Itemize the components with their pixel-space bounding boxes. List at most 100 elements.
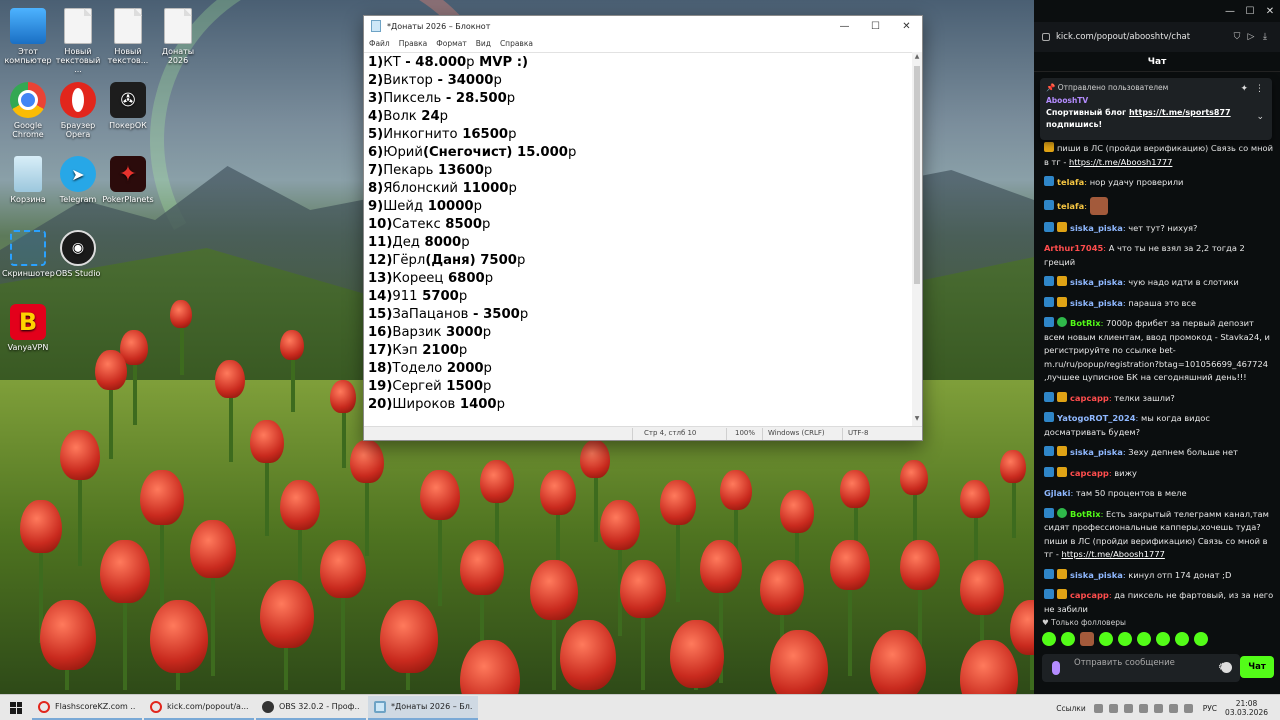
emote-icon[interactable] <box>1061 632 1075 646</box>
subscriber-badge-icon <box>1044 568 1054 579</box>
maximize-button[interactable]: ☐ <box>860 16 891 36</box>
emote-icon[interactable] <box>1118 632 1132 646</box>
taskbar-button[interactable]: kick.com/popout/a... <box>144 696 254 720</box>
pinned-user[interactable]: AbooshTV <box>1046 96 1266 105</box>
line-name: Тодело <box>392 361 443 376</box>
desktop-icon-label: PokerPlanets <box>102 195 154 204</box>
menu-view[interactable]: Вид <box>476 39 491 48</box>
scroll-down-icon[interactable]: ▼ <box>912 415 922 425</box>
links-toolbar[interactable]: Ссылки <box>1056 704 1085 713</box>
chevron-down-icon[interactable]: ⌄ <box>1256 112 1264 122</box>
chat-username[interactable]: siska_piska <box>1070 447 1123 457</box>
gear-icon[interactable]: ⚙ <box>1218 662 1227 673</box>
notepad-text-area[interactable]: 1)КТ - 48.000р MVP :) 2)Виктор - 34000р 3)… <box>364 52 912 426</box>
chat-send-button[interactable]: Чат <box>1240 656 1274 678</box>
language-indicator[interactable]: РУС <box>1203 704 1217 713</box>
chat-link[interactable]: https://t.me/Aboosh1777 <box>1061 549 1164 559</box>
wifi-icon[interactable] <box>1183 703 1193 713</box>
app-tray-icon[interactable] <box>1123 703 1133 713</box>
menu-edit[interactable]: Правка <box>399 39 428 48</box>
line-num: 9) <box>368 199 384 214</box>
unpin-icon[interactable]: ✦ <box>1240 84 1248 94</box>
notepad-titlebar[interactable]: *Донаты 2026 – Блокнот — ☐ ✕ <box>364 16 922 36</box>
desktop-icon[interactable]: Новый текстовый ... <box>52 8 104 74</box>
shield-icon[interactable]: ⛉ <box>1230 32 1244 42</box>
chat-messages[interactable]: пиши в ЛС (пройди верификацию) Связь со … <box>1034 72 1280 620</box>
chat-username[interactable]: BotRix <box>1070 318 1101 328</box>
notepad-window[interactable]: *Донаты 2026 – Блокнот — ☐ ✕ Файл Правка… <box>363 15 923 441</box>
app-tray-icon[interactable] <box>1138 703 1148 713</box>
chat-username[interactable]: BotRix <box>1070 509 1101 519</box>
desktop-icon-label: Корзина <box>10 195 46 204</box>
scrollbar-thumb[interactable] <box>914 66 920 284</box>
notepad-line: 17)Кэп 2100р <box>368 342 908 360</box>
chat-username[interactable]: siska_piska <box>1070 277 1123 287</box>
desktop-icon[interactable]: Этот компьютер <box>2 8 54 65</box>
menu-help[interactable]: Справка <box>500 39 533 48</box>
emote-icon[interactable] <box>1099 632 1113 646</box>
chat-username[interactable]: telafa <box>1057 201 1084 211</box>
browser-window[interactable]: — ☐ ✕ kick.com/popout/abooshtv/chat ⛉ ▷ … <box>1034 0 1280 694</box>
telegram-icon: ➤ <box>60 156 96 192</box>
desktop-icon[interactable]: B VanyaVPN <box>2 304 54 352</box>
notepad-scrollbar[interactable]: ▲ ▼ <box>912 52 922 426</box>
play-icon[interactable]: ▷ <box>1244 32 1258 42</box>
menu-format[interactable]: Формат <box>436 39 466 48</box>
pinned-message[interactable]: 📌 Отправлено пользователем AbooshTV Спор… <box>1040 78 1272 140</box>
line-name: Шейд <box>383 199 424 214</box>
desktop-icon[interactable]: Корзина <box>2 156 54 204</box>
chat-username[interactable]: telafa <box>1057 177 1084 187</box>
emote-icon[interactable] <box>1080 632 1094 646</box>
address-bar[interactable]: kick.com/popout/abooshtv/chat ⛉ ▷ ⤓ <box>1034 22 1280 52</box>
scroll-up-icon[interactable]: ▲ <box>912 53 922 63</box>
chat-username[interactable]: Arthur17045 <box>1044 243 1103 253</box>
emote-icon[interactable] <box>1175 632 1189 646</box>
desktop-icon[interactable]: ➤ Telegram <box>52 156 104 204</box>
chat-username[interactable]: Gjlaki <box>1044 488 1070 498</box>
desktop-icon[interactable]: Новый текстов... <box>102 8 154 65</box>
chat-username[interactable]: сарсарр <box>1070 590 1109 600</box>
desktop-icon[interactable]: Google Chrome <box>2 82 54 139</box>
taskbar-button[interactable]: FlashscoreKZ.com ... <box>32 696 142 720</box>
minimize-button[interactable]: — <box>829 16 860 36</box>
start-button[interactable] <box>0 695 32 720</box>
close-button[interactable]: ✕ <box>891 16 922 36</box>
menu-file[interactable]: Файл <box>369 39 390 48</box>
more-options-icon[interactable]: ⋮ <box>1255 84 1264 94</box>
close-button[interactable]: ✕ <box>1260 0 1280 22</box>
status-zoom: 100% <box>735 429 756 437</box>
desktop-icon[interactable]: ✦ PokerPlanets <box>102 156 154 204</box>
chat-username[interactable]: YatogoROT_2024 <box>1057 413 1136 423</box>
app-tray-icon[interactable] <box>1153 703 1163 713</box>
emote-icon[interactable] <box>1156 632 1170 646</box>
chat-link[interactable]: https://t.me/Aboosh1777 <box>1069 157 1172 167</box>
url-text[interactable]: kick.com/popout/abooshtv/chat <box>1056 32 1230 42</box>
clock-date: 03.03.2026 <box>1225 708 1268 717</box>
desktop-icon[interactable]: Скриншотер <box>2 230 55 278</box>
network-icon[interactable] <box>1093 703 1103 713</box>
download-icon[interactable]: ⤓ <box>1258 32 1272 42</box>
desktop-icon[interactable]: ◉ OBS Studio <box>52 230 104 278</box>
chat-username[interactable]: сарсарр <box>1070 393 1109 403</box>
desktop-icon[interactable]: Браузер Opera <box>52 82 104 139</box>
microphone-icon[interactable] <box>1052 661 1060 675</box>
desktop-icon[interactable]: Донаты 2026 <box>152 8 204 65</box>
speaker-icon[interactable] <box>1168 703 1178 713</box>
browser-titlebar[interactable]: — ☐ ✕ <box>1034 0 1280 22</box>
chat-username[interactable]: siska_piska <box>1070 298 1123 308</box>
chat-username[interactable]: сарсарр <box>1070 468 1109 478</box>
clock[interactable]: 21:08 03.03.2026 <box>1225 699 1268 717</box>
emote-icon[interactable] <box>1137 632 1151 646</box>
taskbar-button[interactable]: OBS 32.0.2 - Проф... <box>256 696 366 720</box>
cloud-icon[interactable] <box>1108 703 1118 713</box>
emote-icon[interactable] <box>1042 632 1056 646</box>
chat-username[interactable]: siska_piska <box>1070 223 1123 233</box>
minimize-button[interactable]: — <box>1220 0 1240 22</box>
desktop-icon[interactable]: ✇ ПокерОК <box>102 82 154 130</box>
chat-username[interactable]: siska_piska <box>1070 570 1123 580</box>
pinned-link[interactable]: https://t.me/sports877 <box>1129 108 1231 117</box>
taskbar-button[interactable]: *Донаты 2026 – Бл... <box>368 695 478 720</box>
emote-icon[interactable] <box>1194 632 1208 646</box>
maximize-button[interactable]: ☐ <box>1240 0 1260 22</box>
chat-input[interactable]: Отправить сообщение <box>1042 654 1240 682</box>
